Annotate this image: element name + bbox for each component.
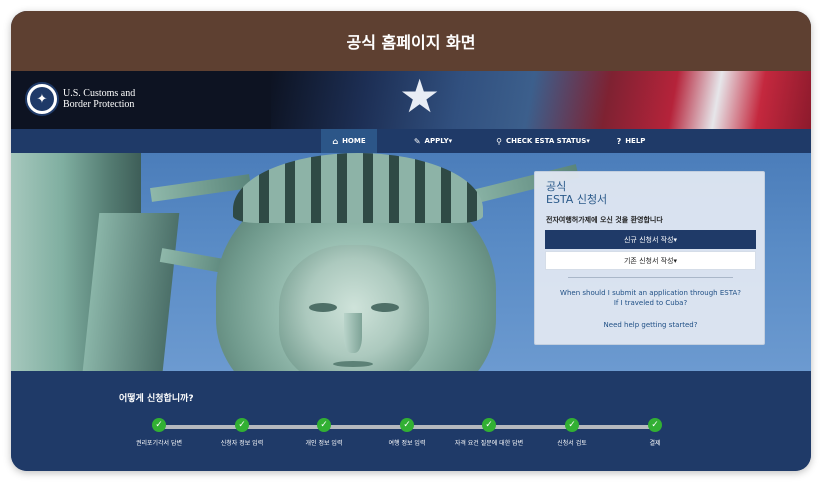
agency-name[interactable]: U.S. Customs and Border Protection (63, 88, 135, 110)
step-eligibility: ✓ 자격 요건 질문에 대한 답변 (454, 418, 524, 448)
site-header: ★ ✦ U.S. Customs and Border Protection (11, 71, 811, 129)
step-label: 권리포기각서 답변 (135, 440, 183, 447)
american-flag-banner: ★ (271, 71, 811, 129)
check-icon: ✓ (235, 418, 249, 432)
application-panel: 공식 ESTA 신청서 전자여행허가제에 오신 것을 환영합니다 신규 신청서 … (534, 171, 765, 345)
statue-eye (309, 303, 337, 312)
step-applicant-info: ✓ 신청자 정보 입력 (207, 418, 277, 448)
new-application-button[interactable]: 신규 신청서 작성▾ (545, 230, 756, 249)
panel-title-line2: ESTA 신청서 (546, 193, 608, 206)
check-icon: ✓ (317, 418, 331, 432)
nav-apply-label: APPLY▾ (424, 137, 453, 145)
hero-banner: 공식 ESTA 신청서 전자여행허가제에 오신 것을 환영합니다 신규 신청서 … (11, 153, 811, 371)
step-review: ✓ 신청서 검토 (537, 418, 607, 448)
step-label: 자격 요건 질문에 대한 답변 (454, 440, 524, 447)
panel-title-line1: 공식 (546, 180, 567, 193)
step-personal-info: ✓ 개인 정보 입력 (289, 418, 359, 448)
cuba-link-line1: When should I submit an application thro… (560, 289, 741, 297)
search-icon: ⚲ (496, 136, 502, 146)
step-label: 개인 정보 입력 (305, 440, 343, 447)
panel-title: 공식 ESTA 신청서 (546, 180, 607, 206)
step-waiver: ✓ 권리포기각서 답변 (124, 418, 194, 448)
agency-name-line1: U.S. Customs and (63, 88, 136, 99)
cuba-travel-link[interactable]: When should I submit an application thro… (545, 288, 756, 308)
nav-help[interactable]: ? HELP (609, 129, 653, 153)
main-nav: ⌂ HOME ✎ APPLY▾ ⚲ CHECK ESTA STATUS▾ ? H… (11, 129, 811, 153)
step-label: 신청서 검토 (557, 440, 587, 447)
home-icon: ⌂ (332, 136, 339, 146)
step-label: 결제 (649, 440, 661, 447)
cuba-link-line2: If I traveled to Cuba? (613, 299, 688, 307)
statue-crown-image (233, 153, 483, 223)
caption-bar: 공식 홈페이지 화면 (11, 11, 811, 71)
nav-help-label: HELP (625, 137, 646, 145)
check-icon: ✓ (400, 418, 414, 432)
flag-star-icon: ★ (399, 71, 441, 123)
step-label: 여행 정보 입력 (388, 440, 426, 447)
nav-home-label: HOME (342, 137, 366, 145)
pencil-icon: ✎ (413, 136, 421, 146)
check-icon: ✓ (648, 418, 662, 432)
statue-nose (344, 313, 362, 353)
nav-check-status-label: CHECK ESTA STATUS▾ (506, 137, 590, 145)
dhs-seal-logo[interactable]: ✦ (25, 82, 59, 116)
check-icon: ✓ (152, 418, 166, 432)
statue-eye (371, 303, 399, 312)
step-payment: ✓ 결제 (620, 418, 690, 448)
getting-started-link[interactable]: Need help getting started? (545, 320, 756, 330)
nav-apply[interactable]: ✎ APPLY▾ (405, 129, 461, 153)
caption-title: 공식 홈페이지 화면 (346, 33, 476, 52)
check-icon: ✓ (565, 418, 579, 432)
question-circle-icon: ? (616, 136, 622, 146)
panel-divider (568, 277, 733, 278)
step-travel-info: ✓ 여행 정보 입력 (372, 418, 442, 448)
nav-home[interactable]: ⌂ HOME (321, 129, 377, 153)
step-label: 신청자 정보 입력 (220, 440, 264, 447)
screenshot-frame: 공식 홈페이지 화면 ★ ✦ U.S. Customs and Border P… (11, 11, 811, 471)
how-to-apply-section: 어떻게 신청합니까? ✓ 권리포기각서 답변 ✓ 신청자 정보 입력 ✓ 개인 … (11, 371, 811, 471)
eagle-icon: ✦ (30, 87, 54, 111)
check-icon: ✓ (482, 418, 496, 432)
existing-application-button[interactable]: 기존 신청서 작성▾ (545, 251, 756, 270)
nav-check-status[interactable]: ⚲ CHECK ESTA STATUS▾ (493, 129, 593, 153)
welcome-text: 전자여행허가제에 오신 것을 환영합니다 (546, 216, 663, 224)
statue-arm-shadow (82, 213, 180, 371)
statue-mouth (333, 361, 373, 367)
how-to-apply-title: 어떻게 신청합니까? (119, 394, 194, 404)
agency-name-line2: Border Protection (63, 99, 135, 110)
